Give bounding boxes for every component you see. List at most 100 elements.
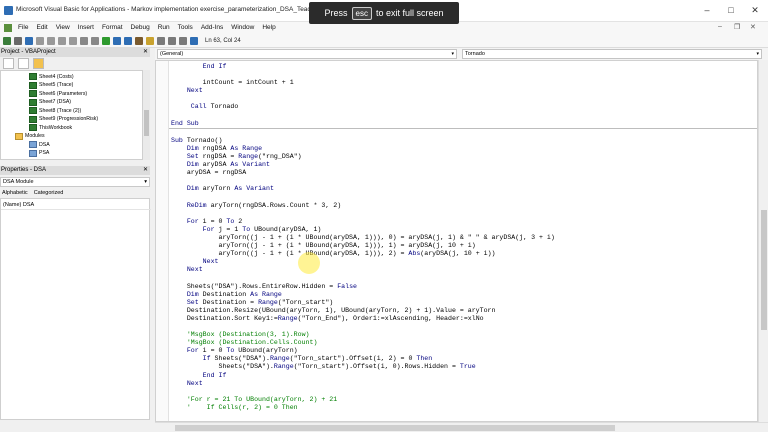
code-line[interactable]: End Sub xyxy=(171,120,555,128)
object-dropdown[interactable]: (General) ▾ xyxy=(157,49,457,59)
object-browser-icon[interactable] xyxy=(168,36,176,45)
code-line[interactable]: 'For r = 21 To UBound(aryTorn, 2) + 21 xyxy=(171,396,555,404)
help-icon[interactable] xyxy=(190,36,198,45)
code-line[interactable]: End If xyxy=(171,372,555,380)
view-code-icon[interactable] xyxy=(3,58,14,69)
properties-icon[interactable] xyxy=(157,36,165,45)
code-line[interactable] xyxy=(171,194,555,202)
code-line[interactable]: Dim aryTorn As Variant xyxy=(171,185,555,193)
tree-item-thisworkbook[interactable]: ThisWorkbook xyxy=(29,124,72,131)
code-line[interactable]: For j = 1 To UBound(aryDSA, 1) xyxy=(171,226,555,234)
cut-icon[interactable] xyxy=(36,36,44,45)
toolbox-icon[interactable] xyxy=(179,36,187,45)
code-lines[interactable]: End If intCount = intCount + 1 Next Call… xyxy=(169,63,757,412)
code-line[interactable] xyxy=(171,274,555,282)
project-close-icon[interactable]: ✕ xyxy=(143,48,148,57)
procedure-separator[interactable] xyxy=(169,127,757,137)
code-line[interactable]: Set rngDSA = Range("rng_DSA") xyxy=(171,153,555,161)
excel-doc-icon[interactable] xyxy=(4,24,12,32)
code-line[interactable] xyxy=(171,177,555,185)
menu-debug[interactable]: Debug xyxy=(127,22,154,34)
tree-item-sheet5[interactable]: Sheet5 (Trace) xyxy=(29,81,73,89)
menu-format[interactable]: Format xyxy=(98,22,127,34)
code-line[interactable]: Destination.Resize(UBound(aryTorn, 1), U… xyxy=(171,307,555,315)
tree-item-psa[interactable]: PSA xyxy=(29,149,49,157)
code-vertical-scrollbar[interactable] xyxy=(758,60,768,422)
mdi-close-button[interactable]: ✕ xyxy=(750,23,756,31)
code-line[interactable]: aryDSA = rngDSA xyxy=(171,169,555,177)
code-line[interactable]: Sheets("DSA").Rows.EntireRow.Hidden = Fa… xyxy=(171,283,555,291)
find-icon[interactable] xyxy=(69,36,77,45)
code-line[interactable]: Sub Tornado() xyxy=(171,137,555,145)
code-line[interactable] xyxy=(171,210,555,218)
menu-view[interactable]: View xyxy=(52,22,74,34)
tab-categorized[interactable]: Categorized xyxy=(34,189,64,198)
code-line[interactable]: aryTorn((j - 1 + (i * UBound(aryDSA, 1))… xyxy=(171,250,555,258)
tree-item-sheet6[interactable]: Sheet6 (Parameters) xyxy=(29,90,87,97)
code-line[interactable]: For i = 0 To UBound(aryTorn) xyxy=(171,347,555,355)
tree-item-sheet8[interactable]: Sheet8 (Trace (2)) xyxy=(29,107,81,114)
tree-item-dsa[interactable]: DSA xyxy=(29,141,50,148)
code-margin[interactable] xyxy=(156,61,169,421)
code-line[interactable] xyxy=(171,71,555,79)
code-line[interactable]: Call Tornado xyxy=(171,103,555,111)
view-object-icon[interactable] xyxy=(18,58,29,69)
redo-icon[interactable] xyxy=(91,36,99,45)
code-line[interactable]: Next xyxy=(171,266,555,274)
menu-run[interactable]: Run xyxy=(154,22,174,34)
tree-item-sheet9[interactable]: Sheet9 (ProgressionRisk) xyxy=(29,115,98,123)
code-line[interactable] xyxy=(171,388,555,396)
menu-tools[interactable]: Tools xyxy=(174,22,197,34)
code-line[interactable]: aryTorn((j - 1 + (i * UBound(aryDSA, 1))… xyxy=(171,234,554,242)
maximize-button[interactable]: □ xyxy=(720,3,742,17)
menu-window[interactable]: Window xyxy=(227,22,258,34)
code-line[interactable]: Dim aryDSA As Variant xyxy=(171,161,555,169)
code-line[interactable]: Sheets("DSA").Range("Torn_start").Offset… xyxy=(171,363,555,371)
code-horizontal-scrollbar[interactable] xyxy=(155,422,768,432)
code-line[interactable] xyxy=(171,95,555,103)
design-mode-icon[interactable] xyxy=(135,36,143,45)
break-icon[interactable] xyxy=(113,36,121,45)
menu-add-ins[interactable]: Add-Ins xyxy=(197,22,227,34)
code-line[interactable] xyxy=(171,112,555,120)
properties-object-select[interactable]: DSA Module ▾ xyxy=(0,177,150,187)
code-line[interactable]: Destination.Sort Key1:=Range("Torn_End")… xyxy=(171,315,555,323)
tab-alphabetic[interactable]: Alphabetic xyxy=(2,189,28,198)
project-explorer-icon[interactable] xyxy=(146,36,154,45)
code-line[interactable]: aryTorn((j - 1 + (i * UBound(aryDSA, 1))… xyxy=(171,242,555,250)
toggle-folders-icon[interactable] xyxy=(33,58,44,69)
tree-item-sheet4[interactable]: Sheet4 (Costs) xyxy=(29,73,74,80)
tree-item-modules[interactable]: Modules xyxy=(15,132,45,140)
code-hscroll-thumb[interactable] xyxy=(175,425,615,431)
code-line[interactable]: 'MsgBox (Destination.Cells.Count) xyxy=(171,339,555,347)
code-line[interactable] xyxy=(171,323,555,331)
code-line[interactable]: Set Destination = Range("Torn_start") xyxy=(171,299,555,307)
copy-icon[interactable] xyxy=(47,36,55,45)
procedure-dropdown[interactable]: Tornado ▾ xyxy=(462,49,762,59)
code-editor[interactable]: End If intCount = intCount + 1 Next Call… xyxy=(155,60,758,422)
properties-close-icon[interactable]: ✕ xyxy=(143,166,148,175)
reset-icon[interactable] xyxy=(124,36,132,45)
save-icon[interactable] xyxy=(25,36,33,45)
project-scroll-thumb[interactable] xyxy=(144,110,149,136)
code-line[interactable]: intCount = intCount + 1 xyxy=(171,79,555,87)
code-line[interactable]: ReDim aryTorn(rngDSA.Rows.Count * 3, 2) xyxy=(171,202,555,210)
code-vscroll-thumb[interactable] xyxy=(761,210,767,330)
code-line[interactable]: If Sheets("DSA").Range("Torn_start").Off… xyxy=(171,355,555,363)
code-line[interactable]: Next xyxy=(171,87,555,95)
mdi-restore-button[interactable]: ❐ xyxy=(734,23,740,31)
code-line[interactable]: Next xyxy=(171,258,555,266)
close-button[interactable]: ✕ xyxy=(744,3,766,17)
menu-insert[interactable]: Insert xyxy=(74,22,98,34)
run-icon[interactable] xyxy=(102,36,110,45)
tree-item-sheet7[interactable]: Sheet7 (DSA) xyxy=(29,98,71,106)
property-row-name[interactable]: (Name) DSA xyxy=(1,201,151,210)
paste-icon[interactable] xyxy=(58,36,66,45)
project-scrollbar[interactable] xyxy=(143,70,150,160)
code-line[interactable]: For i = 0 To 2 xyxy=(171,218,555,226)
code-line[interactable]: End If xyxy=(171,63,555,71)
insert-module-icon[interactable] xyxy=(14,36,22,45)
excel-view-icon[interactable] xyxy=(3,36,11,45)
menu-help[interactable]: Help xyxy=(258,22,279,34)
code-line[interactable]: Next xyxy=(171,380,555,388)
